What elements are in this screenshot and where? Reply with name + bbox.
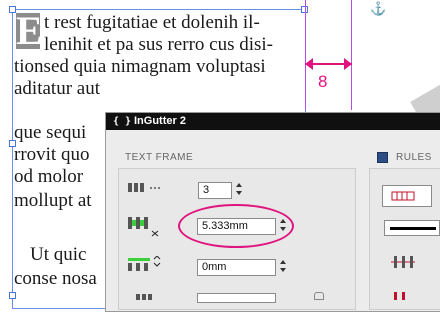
frame-handle-top-left[interactable]	[9, 6, 16, 13]
body-text-line: Ut quic	[30, 244, 87, 265]
rule-offset-icon	[391, 256, 415, 268]
gutter-measure-label: 8	[318, 72, 328, 91]
gutter-width-icon	[128, 217, 159, 237]
columns-stepper[interactable]	[236, 181, 245, 199]
columns-icon	[128, 183, 160, 192]
body-text-line: conse nosa	[14, 268, 97, 289]
gutter-guide-right	[351, 0, 352, 110]
body-text-line: tionsed quia nimagnam voluptasi	[14, 56, 266, 77]
collapse-icon[interactable]: { }	[113, 113, 131, 130]
anchor-icon: ⚓	[370, 1, 387, 16]
column-rules-icon	[391, 191, 415, 201]
text-frame-heading: TEXT FRAME	[125, 152, 194, 163]
rules-heading: RULES	[396, 152, 432, 163]
body-text-line: t rest fugitatiae et dolenih il-	[44, 12, 260, 33]
rules-style-button[interactable]	[382, 185, 432, 207]
lock-icon[interactable]	[314, 292, 324, 300]
rule-length-icon	[394, 292, 405, 300]
body-text-line: mollupt at	[14, 190, 92, 211]
gutter-highlight-ellipse	[178, 204, 294, 248]
columns-input[interactable]: 3	[198, 182, 232, 199]
body-text-line: rrovit quo	[14, 144, 90, 165]
arrow-left-icon	[305, 58, 313, 70]
offset-icon	[128, 256, 161, 271]
frame-handle-bottom-left[interactable]	[9, 292, 16, 299]
body-text-line: aditatur aut	[14, 78, 100, 99]
panel-title-bar[interactable]: { } InGutter 2	[106, 113, 440, 130]
body-text-line: lenihit et pa sus rerro cus disi-	[44, 34, 274, 55]
body-text-line: od molor	[14, 166, 84, 187]
row-icon	[136, 294, 152, 300]
offset-stepper[interactable]	[280, 258, 289, 276]
arrow-right-icon	[344, 58, 352, 70]
offset-input[interactable]: 0mm	[197, 259, 276, 276]
extra-input[interactable]	[197, 293, 276, 303]
panel-title: InGutter 2	[134, 115, 186, 127]
rules-checkbox[interactable]	[377, 152, 388, 163]
drop-cap: E	[16, 13, 40, 49]
stroke-preview	[390, 227, 436, 230]
gutter-guide-left	[305, 0, 306, 110]
body-text-line: que sequi	[14, 122, 87, 143]
rule-stroke-field[interactable]	[384, 220, 440, 236]
